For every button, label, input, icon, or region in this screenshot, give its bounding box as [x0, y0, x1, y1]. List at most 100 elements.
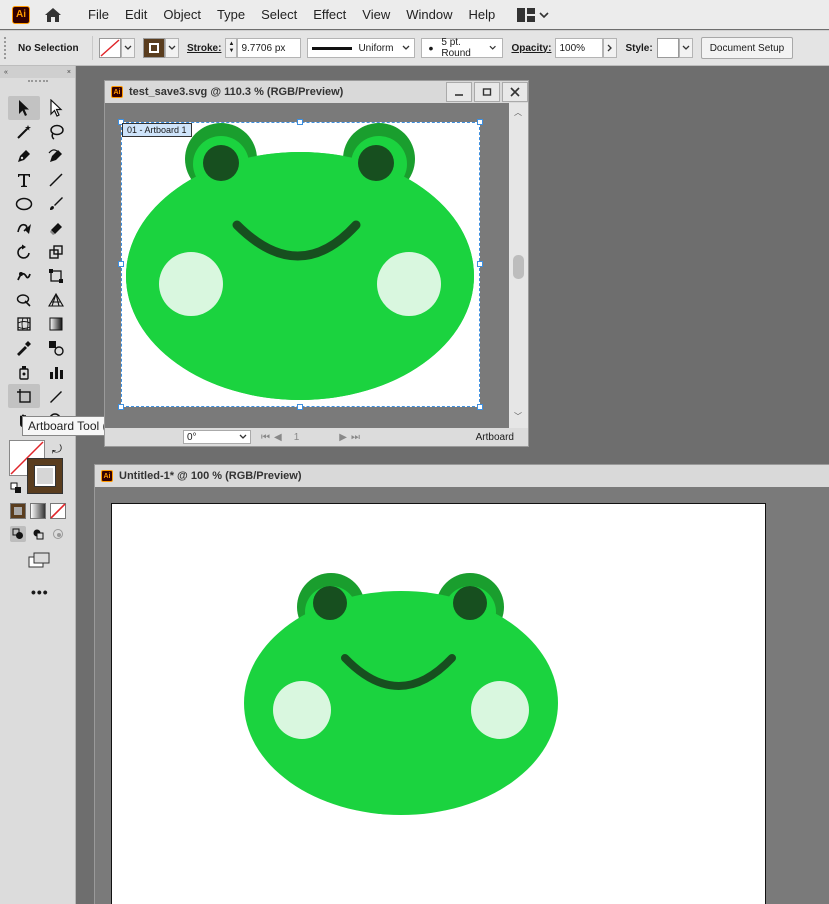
paintbrush-tool[interactable]	[40, 192, 72, 216]
menu-window[interactable]: Window	[398, 0, 460, 29]
artboard-name-label[interactable]: 01 - Artboard 1	[122, 123, 192, 137]
stroke-color-swatch[interactable]	[27, 458, 63, 494]
opacity-label[interactable]: Opacity:	[511, 43, 551, 54]
home-icon[interactable]	[42, 4, 64, 26]
scroll-up-icon[interactable]: ︿	[514, 107, 522, 118]
resize-handle[interactable]	[118, 404, 124, 410]
window-title-bar[interactable]: Ai Untitled-1* @ 100 % (RGB/Preview)	[95, 465, 829, 487]
edit-toolbar-icon[interactable]: •••	[31, 584, 49, 600]
stroke-weight-field[interactable]: 9.7706 px	[237, 38, 302, 58]
scale-tool[interactable]	[40, 240, 72, 264]
collapse-icon[interactable]: «	[4, 69, 8, 76]
restore-button[interactable]	[474, 82, 500, 102]
column-graph-tool[interactable]	[40, 360, 72, 384]
variable-width-profile[interactable]: Uniform	[307, 38, 416, 58]
opacity-field[interactable]: 100%	[555, 38, 604, 58]
canvas-area[interactable]	[95, 487, 829, 904]
slice-tool[interactable]	[40, 384, 72, 408]
style-swatch[interactable]	[656, 38, 679, 58]
eyedropper-tool[interactable]	[8, 336, 40, 360]
frog-illustration[interactable]	[112, 504, 767, 904]
brush-definition[interactable]: • 5 pt. Round	[421, 37, 504, 59]
rotation-field[interactable]: 0°	[183, 430, 251, 444]
stroke-dropdown[interactable]	[165, 38, 179, 58]
draw-inside-icon[interactable]	[50, 526, 66, 542]
screen-mode-icon[interactable]	[28, 552, 50, 571]
resize-handle[interactable]	[477, 119, 483, 125]
draw-behind-icon[interactable]	[30, 526, 46, 542]
menu-view[interactable]: View	[354, 0, 398, 29]
stroke-swatch[interactable]	[143, 38, 165, 58]
page-number[interactable]: 1	[294, 432, 300, 443]
menu-help[interactable]: Help	[460, 0, 503, 29]
fill-swatch[interactable]	[99, 38, 121, 58]
free-transform-tool[interactable]	[40, 264, 72, 288]
artboard-tool[interactable]	[8, 384, 40, 408]
close-panel-icon[interactable]: ×	[67, 69, 71, 76]
menu-edit[interactable]: Edit	[117, 0, 155, 29]
free-transform-icon	[49, 269, 63, 283]
rotate-tool[interactable]	[8, 240, 40, 264]
status-text[interactable]: Artboard	[476, 432, 514, 443]
magic-wand-tool[interactable]	[8, 120, 40, 144]
scroll-thumb[interactable]	[513, 255, 524, 279]
resize-handle[interactable]	[297, 404, 303, 410]
direct-selection-tool[interactable]	[40, 96, 72, 120]
warp-tool[interactable]	[8, 264, 40, 288]
selection-tool[interactable]	[8, 96, 40, 120]
stroke-label[interactable]: Stroke:	[187, 43, 221, 54]
artboard[interactable]: 01 - Artboard 1	[118, 119, 483, 410]
curvature-tool[interactable]	[40, 144, 72, 168]
resize-handle[interactable]	[118, 261, 124, 267]
blend-tool[interactable]	[40, 336, 72, 360]
minimize-button[interactable]	[446, 82, 472, 102]
perspective-grid-tool[interactable]	[40, 288, 72, 312]
line-tool[interactable]	[40, 168, 72, 192]
perspective-grid-icon	[48, 292, 64, 307]
prev-page-icon[interactable]: ◀	[274, 432, 282, 443]
panel-grip[interactable]	[28, 80, 48, 84]
none-mode-button[interactable]	[50, 503, 66, 519]
menu-effect[interactable]: Effect	[305, 0, 354, 29]
window-title-bar[interactable]: Ai test_save3.svg @ 110.3 % (RGB/Preview…	[105, 81, 528, 103]
last-page-icon[interactable]: ⏭	[351, 432, 360, 443]
artboard[interactable]	[111, 503, 766, 904]
symbol-sprayer-icon	[19, 366, 29, 380]
opacity-expand[interactable]	[603, 38, 618, 58]
symbol-sprayer-tool[interactable]	[8, 360, 40, 384]
menu-type[interactable]: Type	[209, 0, 253, 29]
stroke-stepper[interactable]: ▲ ▼	[225, 38, 238, 58]
ellipse-tool[interactable]	[8, 192, 40, 216]
menu-file[interactable]: File	[80, 0, 117, 29]
menu-select[interactable]: Select	[253, 0, 305, 29]
resize-handle[interactable]	[477, 404, 483, 410]
shape-builder-tool[interactable]	[8, 288, 40, 312]
style-dropdown[interactable]	[678, 38, 693, 58]
gradient-mode-button[interactable]	[30, 503, 46, 519]
default-colors-icon[interactable]	[10, 482, 22, 497]
swap-colors-icon[interactable]: ⤾	[52, 442, 62, 457]
canvas-area[interactable]: 01 - Artboard 1	[105, 103, 509, 428]
draw-normal-icon[interactable]	[10, 526, 26, 542]
panel-grip[interactable]	[4, 37, 8, 59]
next-page-icon[interactable]: ▶	[339, 432, 347, 443]
resize-handle[interactable]	[297, 119, 303, 125]
pen-tool[interactable]	[8, 144, 40, 168]
workspace-switcher[interactable]	[517, 7, 549, 22]
close-button[interactable]	[502, 82, 528, 102]
vertical-scrollbar[interactable]: ︿ ﹀	[509, 103, 528, 428]
shaper-tool[interactable]	[8, 216, 40, 240]
first-page-icon[interactable]: ⏮	[261, 432, 270, 443]
lasso-tool[interactable]	[40, 120, 72, 144]
eraser-tool[interactable]	[40, 216, 72, 240]
resize-handle[interactable]	[477, 261, 483, 267]
warp-icon	[17, 272, 31, 281]
mesh-tool[interactable]	[8, 312, 40, 336]
document-setup-button[interactable]: Document Setup	[700, 37, 794, 59]
gradient-tool[interactable]	[40, 312, 72, 336]
fill-dropdown[interactable]	[121, 38, 135, 58]
type-tool[interactable]	[8, 168, 40, 192]
scroll-down-icon[interactable]: ﹀	[514, 411, 522, 422]
menu-object[interactable]: Object	[155, 0, 209, 29]
color-mode-button[interactable]	[10, 503, 26, 519]
